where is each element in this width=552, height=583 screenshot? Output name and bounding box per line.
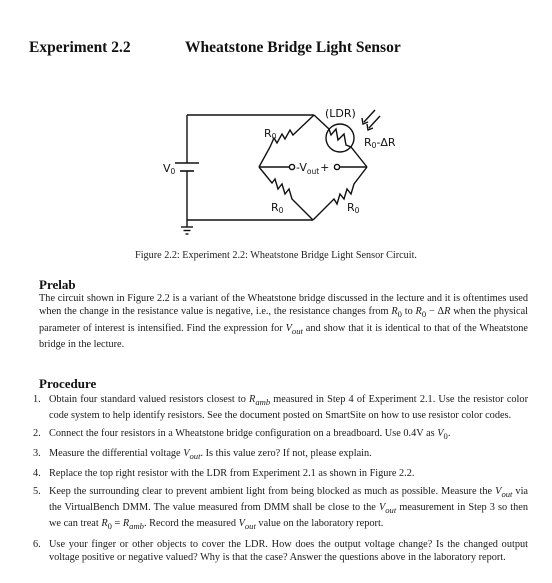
resistor-top-left [258,114,315,168]
vout-terminal-plus [333,163,341,171]
procedure-step: 2. Connect the four resistors in a Wheats… [33,427,528,443]
light-arrows-icon [361,109,381,131]
procedure-step: 3. Measure the differential voltage Vout.… [33,447,528,463]
experiment-number: Experiment 2.2 [29,39,131,56]
procedure-step: 4. Replace the top right resistor with th… [33,467,528,480]
step-text: Replace the top right resistor with the … [49,468,415,480]
prelab-paragraph: The circuit shown in Figure 2.2 is a var… [39,293,529,350]
step-number: 1. [33,394,41,405]
step-number: 6. [33,538,41,550]
step-number: 2. [33,427,41,439]
label-ldr: (LDR) [325,107,356,120]
label-r-ldr: R0-ΔR [364,136,396,150]
step-text: Obtain four standard valued resistors cl… [49,394,529,422]
procedure-step: 1. Obtain four standard valued resistors … [33,393,528,423]
label-r-bottom-right: R0 [347,201,360,215]
label-v0: V0 [163,162,176,176]
label-r-top-left: R0 [264,127,277,141]
procedure-heading: Procedure [39,376,97,391]
step-text: Keep the surrounding clear to prevent am… [49,485,529,532]
step-text: Use your finger or other objects to cove… [49,538,528,563]
figure-caption: Figure 2.2: Experiment 2.2: Wheatstone B… [135,250,417,261]
step-text: Measure the differential voltage Vout. I… [49,447,372,462]
step-number: 3. [33,447,41,459]
resistor-bottom-left [258,166,314,221]
wheatstone-bridge-circuit-diagram: V0 (LDR) R0 R0-ΔR R0 R0 -Vout+ [163,107,396,235]
step-text: Connect the four resistors in a Wheatsto… [49,427,451,441]
label-vout: -Vout+ [296,161,329,176]
label-r-bottom-left: R0 [271,201,284,215]
procedure-step: 6. Use your finger or other objects to co… [33,538,528,565]
step-number: 5. [33,485,41,497]
vout-terminal-minus [288,163,296,171]
resistor-ldr [313,114,368,168]
experiment-title: Wheatstone Bridge Light Sensor [185,39,401,56]
prelab-heading: Prelab [39,277,76,292]
ground-icon [181,220,193,235]
procedure-step: 5. Keep the surrounding clear to prevent … [33,485,528,534]
procedure-steps: 1. Obtain four standard valued resistors … [33,393,528,568]
step-number: 4. [33,468,41,480]
